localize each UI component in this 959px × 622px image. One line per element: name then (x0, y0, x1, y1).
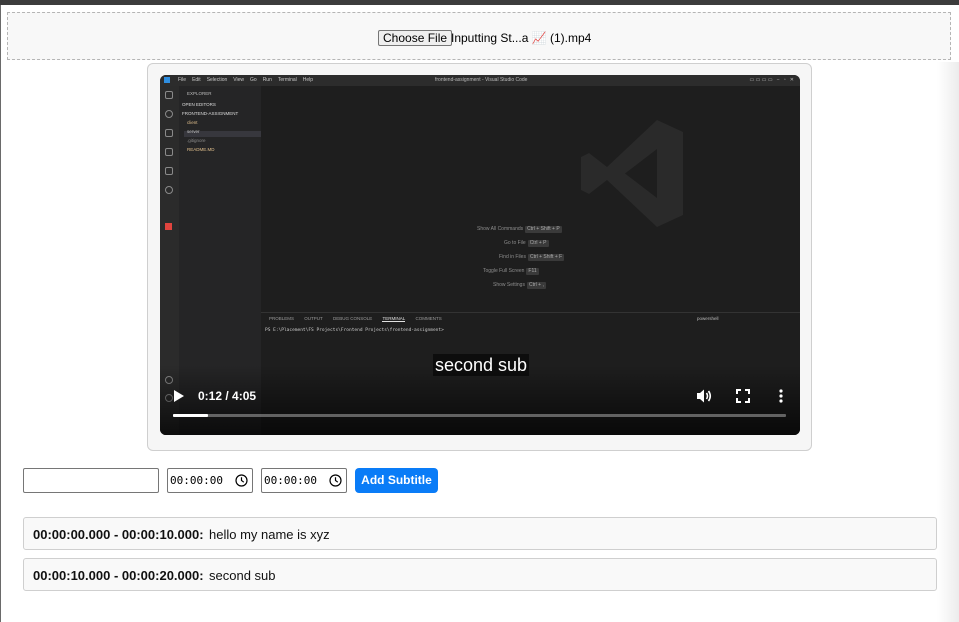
file-upload-zone[interactable]: Choose File Inputting St...a 📈 (1).mp4 (7, 12, 951, 60)
frame-editor: Show All Commands Ctrl + Shift + P Go to … (261, 86, 800, 312)
files-icon (165, 91, 173, 99)
subtitle-text-input[interactable] (23, 468, 159, 493)
shortcut-hint: Show All Commands Ctrl + Shift + P (477, 226, 562, 233)
tree-item: client (187, 120, 198, 125)
scroll-shade (937, 62, 959, 622)
left-border (0, 5, 1, 622)
frame-menu-item: Go (250, 77, 257, 83)
clock-icon[interactable] (329, 474, 342, 487)
explorer-title: EXPLORER (187, 91, 212, 96)
more-vert-icon[interactable] (773, 388, 789, 404)
tree-item: .gitignore (187, 138, 206, 143)
volume-icon[interactable] (696, 388, 712, 404)
subtitle-text: second sub (209, 568, 276, 583)
tree-item: README.MD (187, 147, 215, 152)
record-icon (165, 223, 172, 230)
frame-menu-item: View (233, 77, 245, 83)
panel-tabs: PROBLEMS OUTPUT DEBUG CONSOLE TERMINAL C… (269, 316, 451, 322)
panel-tab: TERMINAL (382, 316, 406, 322)
search-icon (165, 110, 173, 118)
tree-item: server (187, 129, 200, 134)
frame-menu: File Edit Selection View Go Run Terminal Help (178, 77, 319, 83)
subtitle-item: 00:00:00.000 - 00:00:10.000: hello my na… (23, 517, 937, 550)
panel-tab: OUTPUT (304, 316, 323, 321)
shortcut-hint: Go to File Ctrl + P (504, 240, 549, 247)
extensions-icon (165, 167, 173, 175)
shortcut-hint: Toggle Full Screen F11 (483, 268, 539, 275)
shortcut-hint: Show Settings Ctrl + , (493, 282, 546, 289)
run-debug-icon (165, 148, 173, 156)
frame-window-title: frontend-assignment - Visual Studio Code (435, 77, 528, 83)
vscode-logo-icon (164, 77, 170, 83)
progress-track[interactable] (173, 414, 786, 417)
progress-fill (173, 414, 208, 417)
vscode-watermark-icon (581, 120, 683, 227)
top-bar (0, 0, 959, 5)
frame-menu-item: Help (302, 77, 314, 83)
clock-icon[interactable] (235, 474, 248, 487)
frame-menu-item: Edit (192, 77, 201, 83)
selected-file-name: Inputting St...a 📈 (1).mp4 (451, 31, 592, 45)
frame-menu-item: Terminal (277, 77, 297, 83)
source-control-icon (165, 129, 173, 137)
frame-titlebar: File Edit Selection View Go Run Terminal Help f… (160, 75, 800, 86)
explorer-section: FRONTEND-ASSIGNMENT (182, 111, 239, 116)
frame-menu-item: File (178, 77, 187, 83)
frame-menu-item: Selection (206, 77, 228, 83)
end-time-value: 00:00:00 (264, 474, 317, 487)
add-subtitle-button[interactable]: Add Subtitle (355, 468, 438, 493)
panel-tab: DEBUG CONSOLE (333, 316, 373, 321)
panel-tab: PROBLEMS (269, 316, 295, 321)
explorer-section: OPEN EDITORS (182, 102, 216, 107)
end-time-input[interactable]: 00:00:00 (261, 468, 347, 493)
play-icon[interactable] (174, 390, 184, 402)
choose-file-button[interactable]: Choose File (378, 30, 453, 46)
shortcut-hint: Find in Files Ctrl + Shift + F (499, 254, 565, 261)
subtitle-range: 00:00:10.000 - 00:00:20.000: (33, 568, 204, 583)
github-icon (165, 186, 173, 194)
terminal-line: PS E:\Placement\FS Projects\Frontend Pro… (265, 328, 444, 333)
terminal-shell-label: powershell (697, 316, 719, 321)
start-time-input[interactable]: 00:00:00 (167, 468, 253, 493)
time-display: 0:12 / 4:05 (198, 389, 257, 403)
subtitle-item: 00:00:10.000 - 00:00:20.000: second sub (23, 558, 937, 591)
fullscreen-icon[interactable] (735, 388, 751, 404)
panel-tab: COMMENTS (415, 316, 442, 321)
video-caption: second sub (433, 354, 530, 376)
start-time-value: 00:00:00 (170, 474, 223, 487)
frame-menu-item: Run (262, 77, 272, 83)
window-controls-icon: ▭ ▭ ▭ ▭ − ▫ ✕ (749, 77, 794, 83)
video-player[interactable]: File Edit Selection View Go Run Terminal Help f… (160, 75, 800, 435)
subtitle-text: hello my name is xyz (209, 527, 330, 542)
subtitle-range: 00:00:00.000 - 00:00:10.000: (33, 527, 204, 542)
